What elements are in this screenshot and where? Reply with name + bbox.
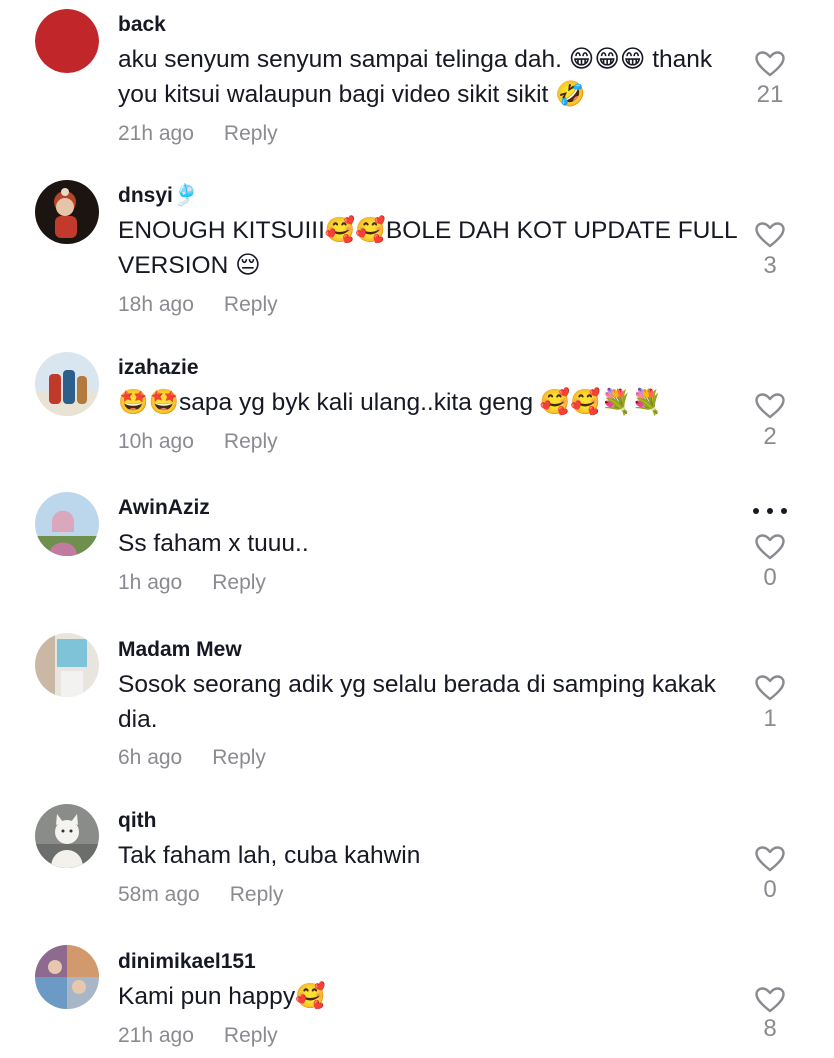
- like-count: 0: [763, 564, 777, 591]
- comment-username[interactable]: dinimikael151: [118, 949, 256, 975]
- comment-meta: 1h ago Reply: [118, 570, 266, 596]
- comment-time: 21h ago: [118, 122, 194, 145]
- reply-button[interactable]: Reply: [224, 429, 278, 455]
- comment-time: 21h ago: [118, 1024, 194, 1047]
- heart-outline-icon: [755, 987, 785, 1013]
- avatar[interactable]: [35, 945, 99, 1009]
- like-count: 2: [763, 423, 777, 450]
- comment-username[interactable]: Madam Mew: [118, 637, 242, 663]
- comment-text: Ss faham x tuuu..: [118, 530, 309, 557]
- like-count: 8: [763, 1015, 777, 1042]
- comment-text: aku senyum senyum sampai telinga dah. 😁😁…: [118, 46, 713, 108]
- comment-text: Sosok seorang adik yg selalu berada di s…: [118, 671, 716, 733]
- comment-meta: 21h ago Reply: [118, 1023, 278, 1049]
- avatar[interactable]: [35, 9, 99, 73]
- like-button[interactable]: 21: [749, 51, 791, 109]
- comment-meta: 18h ago Reply: [118, 292, 278, 318]
- heart-outline-icon: [755, 51, 785, 77]
- comment-username[interactable]: dnsyi🎐: [118, 183, 199, 209]
- comment-meta: 21h ago Reply: [118, 121, 278, 147]
- avatar[interactable]: [35, 804, 99, 868]
- like-button[interactable]: 1: [749, 675, 791, 733]
- comment-username[interactable]: AwinAziz: [118, 495, 210, 521]
- like-count: 1: [763, 705, 777, 732]
- avatar[interactable]: [35, 180, 99, 244]
- like-button[interactable]: 0: [749, 846, 791, 904]
- comment-text: Kami pun happy🥰: [118, 983, 326, 1010]
- like-button[interactable]: 8: [749, 987, 791, 1043]
- like-count: 3: [763, 252, 777, 279]
- comment-username[interactable]: qith: [118, 808, 156, 834]
- reply-button[interactable]: Reply: [224, 292, 278, 318]
- comment-time: 18h ago: [118, 293, 194, 316]
- heart-outline-icon: [755, 393, 785, 419]
- heart-outline-icon: [755, 675, 785, 701]
- heart-outline-icon: [755, 222, 785, 248]
- heart-outline-icon: [755, 534, 785, 560]
- avatar[interactable]: [35, 492, 99, 556]
- comment-username[interactable]: izahazie: [118, 355, 199, 381]
- reply-button[interactable]: Reply: [230, 882, 284, 908]
- like-button[interactable]: 3: [749, 222, 791, 280]
- avatar[interactable]: [35, 633, 99, 697]
- comment-time: 58m ago: [118, 883, 200, 906]
- comment-text: Tak faham lah, cuba kahwin: [118, 842, 421, 869]
- comment-time: 1h ago: [118, 571, 183, 594]
- like-button[interactable]: 2: [749, 393, 791, 451]
- comment-meta: 58m ago Reply: [118, 882, 283, 908]
- comment-time: 10h ago: [118, 430, 194, 453]
- reply-button[interactable]: Reply: [224, 1023, 278, 1049]
- like-count: 0: [763, 876, 777, 903]
- comment-time: 6h ago: [118, 746, 183, 769]
- reply-button[interactable]: Reply: [224, 121, 278, 147]
- like-count: 21: [756, 81, 784, 108]
- reply-button[interactable]: Reply: [212, 570, 266, 596]
- avatar[interactable]: [35, 352, 99, 416]
- heart-outline-icon: [755, 846, 785, 872]
- comment-text: ENOUGH KITSUIII🥰🥰BOLE DAH KOT UPDATE FUL…: [118, 217, 737, 279]
- comment-text: 🤩🤩sapa yg byk kali ulang..kita geng 🥰🥰💐💐: [118, 389, 662, 416]
- reply-button[interactable]: Reply: [212, 745, 266, 771]
- like-button[interactable]: 0: [749, 534, 791, 592]
- comment-meta: 10h ago Reply: [118, 429, 278, 455]
- more-options-icon[interactable]: [752, 505, 788, 517]
- comment-username[interactable]: back: [118, 12, 166, 38]
- comment-meta: 6h ago Reply: [118, 745, 266, 771]
